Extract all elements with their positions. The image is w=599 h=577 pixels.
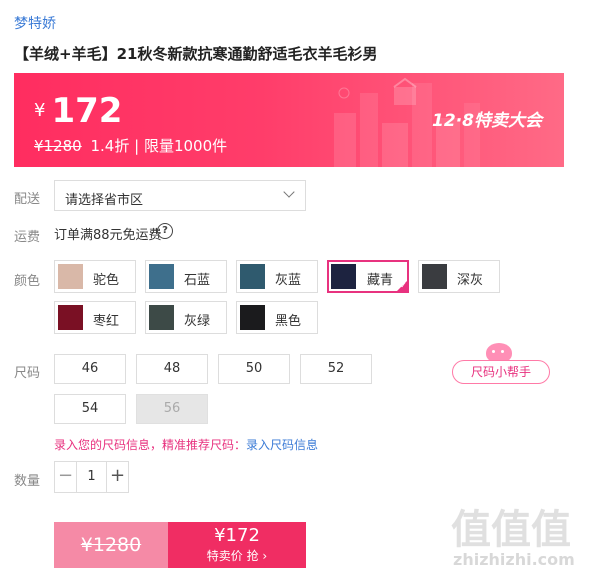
color-option-label: 深灰 xyxy=(457,273,484,288)
buy-original-price[interactable]: ¥1280 xyxy=(54,522,168,568)
shipping-label: 运费 xyxy=(14,230,41,245)
sweater-thumbnail xyxy=(240,305,265,330)
color-option-burgundy[interactable]: 枣红 xyxy=(54,301,136,334)
color-option-label: 石蓝 xyxy=(184,273,211,288)
color-option-label: 灰绿 xyxy=(184,314,211,329)
color-option-label: 驼色 xyxy=(93,273,120,288)
color-label: 颜色 xyxy=(14,274,41,289)
chevron-down-icon xyxy=(283,186,295,198)
size-option-50[interactable]: 50 xyxy=(218,354,290,384)
sweater-thumbnail xyxy=(240,264,265,289)
help-icon[interactable]: ? xyxy=(157,223,173,239)
color-option-label: 枣红 xyxy=(93,314,120,329)
quantity-decrease-button[interactable]: − xyxy=(55,462,77,492)
sweater-thumbnail xyxy=(149,264,174,289)
product-title: 【羊绒+羊毛】21秋冬新款抗寒通勤舒适毛衣羊毛衫男 xyxy=(14,45,378,63)
sale-price: ¥172 xyxy=(34,91,122,131)
sweater-thumbnail xyxy=(149,305,174,330)
price-details: ¥1280 1.4折 | 限量1000件 xyxy=(34,135,227,156)
color-option-navy[interactable]: 藏青 xyxy=(327,260,409,293)
size-helper-button[interactable]: 尺码小帮手 xyxy=(452,343,550,385)
buy-now-button[interactable]: ¥172 特卖价 抢 › xyxy=(168,522,306,568)
watermark-url: zhizhizhi.com xyxy=(453,550,575,569)
color-option-grey-blue[interactable]: 灰蓝 xyxy=(236,260,318,293)
region-select-value: 请选择省市区 xyxy=(65,193,144,208)
sweater-thumbnail xyxy=(331,264,356,289)
size-option-56: 56 xyxy=(136,394,208,424)
sweater-thumbnail xyxy=(58,305,83,330)
site-watermark: 值值值 zhizhizhi.com xyxy=(451,495,591,573)
buy-price: ¥172 xyxy=(214,525,260,546)
quantity-value[interactable]: 1 xyxy=(77,462,106,492)
currency-symbol: ¥ xyxy=(34,100,46,121)
quantity-label: 数量 xyxy=(14,474,41,489)
buy-action-label: 特卖价 抢 › xyxy=(206,549,268,563)
selected-check-icon xyxy=(395,279,409,293)
brand-name[interactable]: 梦特娇 xyxy=(14,13,56,33)
region-select[interactable]: 请选择省市区 xyxy=(54,180,306,211)
discount-info: 1.4折 | 限量1000件 xyxy=(90,137,228,155)
size-helper-label: 尺码小帮手 xyxy=(452,360,550,384)
event-name: 12·8特卖大会 xyxy=(432,111,542,131)
size-label: 尺码 xyxy=(14,366,41,381)
sweater-thumbnail xyxy=(58,264,83,289)
color-option-label: 藏青 xyxy=(367,273,394,288)
size-option-52[interactable]: 52 xyxy=(300,354,372,384)
size-record-text: 录入您的尺码信息，精准推荐尺码： xyxy=(54,438,247,452)
color-option-grey-green[interactable]: 灰绿 xyxy=(145,301,227,334)
quantity-stepper[interactable]: − 1 + xyxy=(54,461,129,493)
quantity-increase-button[interactable]: + xyxy=(106,462,128,492)
size-record-prompt: 录入您的尺码信息，精准推荐尺码：录入尺码信息 xyxy=(54,436,318,453)
color-option-label: 灰蓝 xyxy=(275,273,302,288)
color-option-black[interactable]: 黑色 xyxy=(236,301,318,334)
shipping-info: 订单满88元免运费 xyxy=(54,228,162,243)
sale-price-value: 172 xyxy=(51,91,123,131)
price-banner: ¥172 ¥1280 1.4折 | 限量1000件 12·8特卖大会 xyxy=(14,73,564,167)
color-option-dark-grey[interactable]: 深灰 xyxy=(418,260,500,293)
sweater-thumbnail xyxy=(422,264,447,289)
color-option-stone-blue[interactable]: 石蓝 xyxy=(145,260,227,293)
size-option-46[interactable]: 46 xyxy=(54,354,126,384)
original-price: ¥1280 xyxy=(34,137,82,155)
buy-button[interactable]: ¥1280 ¥172 特卖价 抢 › xyxy=(54,522,306,568)
color-option-tan[interactable]: 驼色 xyxy=(54,260,136,293)
watermark-logo: 值值值 xyxy=(451,507,571,553)
delivery-label: 配送 xyxy=(14,192,41,207)
size-option-48[interactable]: 48 xyxy=(136,354,208,384)
color-option-label: 黑色 xyxy=(275,314,302,329)
size-option-54[interactable]: 54 xyxy=(54,394,126,424)
size-record-link[interactable]: 录入尺码信息 xyxy=(246,438,318,452)
